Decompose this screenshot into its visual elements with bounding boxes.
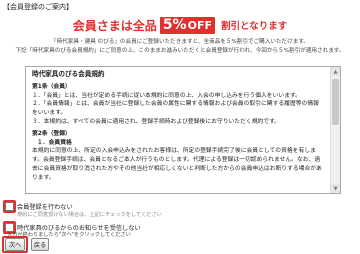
no-register-label: 会員登録を行わない	[17, 204, 73, 211]
no-register-checkbox[interactable]	[5, 202, 14, 211]
no-register-note: 規約にご同意頂けない場合は、上記にチェックをしてください	[17, 212, 162, 218]
no-register-option[interactable]: 会員登録を行わない	[5, 202, 73, 211]
article1-paragraph-2: ２．「会員情報」とは、会員が当社に登録した会員の属性に関する情報および会員の取引…	[32, 101, 319, 117]
intro-text: 「時代家具・建具 のびる」の会員にご登録いただきますと、全商品を５%割引でご購入…	[0, 38, 360, 56]
terms-scrollbar[interactable]: ▲ ▼	[330, 67, 340, 193]
article2-paragraph-1: 本規約に同意の上、所定の入会申込みをされたお客様は、所定の登録手続完了後に会員と…	[32, 148, 322, 181]
article1-heading: 第1条（会員）	[32, 83, 71, 90]
banner-suffix: 割引となります	[220, 21, 288, 32]
article2-heading: 第2条（登録）	[32, 130, 71, 137]
article1-paragraph-1: １．「会員」とは、当社が定める手続に従い本規約に同意の上、入会の申し込みを行う個…	[32, 92, 301, 99]
terms-scrollbox[interactable]: 時代家具のびる会員規約 第1条（会員） １．「会員」とは、当社が定める手続に従い…	[25, 66, 341, 194]
section-title: 【会員登録のご案内】	[3, 3, 73, 11]
next-button[interactable]: 次へ	[5, 238, 25, 251]
terms-content: 時代家具のびる会員規約 第1条（会員） １．「会員」とは、当社が定める手続に従い…	[32, 70, 322, 183]
banner-prefix: 会員さまは全品	[72, 18, 157, 33]
discount-off: OFF	[187, 18, 212, 32]
discount-badge: 5% OFF	[159, 16, 215, 34]
scroll-thumb[interactable]	[332, 79, 339, 125]
discount-percent: 5%	[162, 17, 187, 33]
back-button[interactable]: 戻る	[31, 238, 49, 251]
article1-paragraph-3: ３．本規約は、すべての会員に適用され、登録手続時および登録後にお守りいただく規約…	[32, 118, 281, 125]
article2-subheading: １．会員資格	[37, 139, 72, 146]
intro-line-2: 下記「時代家具のびる会員規約」にご同意の上、このままお進みいただくと会員登録が行…	[15, 48, 345, 54]
terms-title: 時代家具のびる会員規約	[32, 70, 105, 78]
discount-banner: 会員さまは全品 5% OFF 割引となります	[0, 16, 360, 34]
scroll-up-arrow-icon[interactable]: ▲	[331, 67, 340, 76]
scroll-down-arrow-icon[interactable]: ▼	[331, 184, 340, 193]
intro-line-1: 「時代家具・建具 のびる」の会員にご登録いただきますと、全商品を５%割引でご購入…	[51, 39, 309, 45]
